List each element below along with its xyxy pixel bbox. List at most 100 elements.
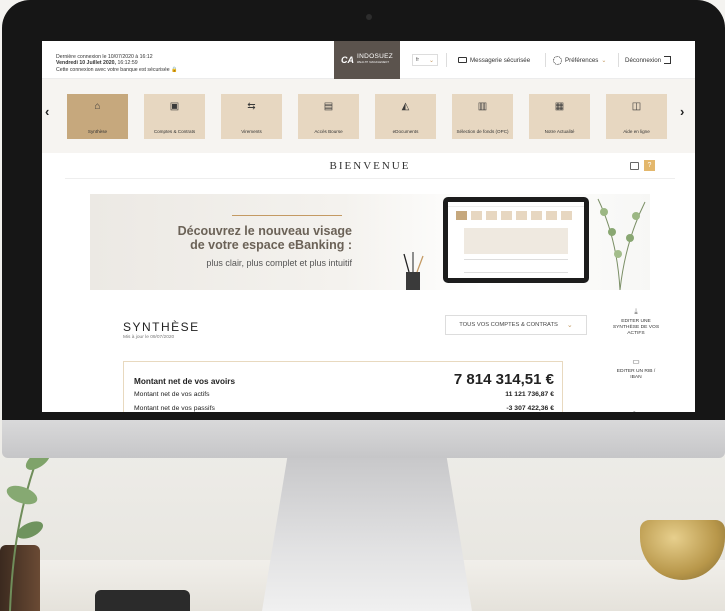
export-synthesis-button[interactable]: ⤓ EDITER UNE SYNTHÈSE DE VOS ACTIFS	[611, 308, 661, 336]
language-select[interactable]: fr ⌄	[412, 54, 438, 66]
mini-tile	[501, 211, 512, 220]
nav-item-synthese[interactable]: ⌂ Synthèse	[67, 94, 128, 139]
pen-cup-image	[403, 252, 424, 290]
opc-icon: ▥	[477, 100, 488, 112]
brand-mark: CA	[341, 55, 354, 65]
nav-item-selection-fonds[interactable]: ▥ Sélection de fonds (OPC)	[452, 94, 513, 139]
accounts-filter-value: TOUS VOS COMPTES & CONTRATS	[459, 322, 558, 328]
nav-label: Sélection de fonds (OPC)	[456, 128, 509, 134]
session-time: 16:12:59	[117, 60, 138, 67]
divider	[545, 53, 546, 67]
logout-icon	[664, 56, 672, 64]
brand-name: INDOSUEZ WEALTH MANAGEMENT	[357, 53, 393, 66]
divider	[618, 53, 619, 67]
mini-banner	[464, 228, 568, 254]
news-icon: ▦	[554, 100, 565, 112]
divider	[446, 53, 447, 67]
banner-headline-line1: Découvrez le nouveau visage	[177, 224, 352, 238]
lock-icon: 🔒	[171, 66, 178, 73]
nav-item-acces-bourse[interactable]: ▤ Accès Bourse	[298, 94, 359, 139]
chevron-down-icon: ⌄	[601, 57, 607, 64]
brand-logo[interactable]: CA INDOSUEZ WEALTH MANAGEMENT	[334, 41, 400, 79]
page-title: BIENVENUE	[65, 153, 675, 179]
main-content: BIENVENUE ? Découvrez le nouveau visage …	[65, 153, 675, 412]
last-login-info: Dernière connexion le 10/07/2020 à 16:12…	[56, 54, 178, 73]
export-synthesis-label: EDITER UNE SYNTHÈSE DE VOS ACTIFS	[612, 319, 660, 336]
banner-subline: plus clair, plus complet et plus intuiti…	[206, 258, 352, 268]
nav-label: eDocuments	[392, 128, 419, 134]
logout-link[interactable]: Déconnexion	[625, 54, 672, 66]
nav-prev-arrow-icon[interactable]: ‹	[45, 104, 49, 119]
nav-item-virements[interactable]: ⇆ Virements	[221, 94, 282, 139]
mini-summary	[464, 259, 568, 273]
chevron-down-icon: ⌄	[428, 57, 434, 64]
export-rib-button[interactable]: ▭ EDITER UN RIB / IBAN	[611, 358, 661, 381]
gear-icon	[553, 55, 562, 65]
chevron-down-icon: ⌄	[566, 322, 573, 329]
nav-label: Virements	[241, 128, 262, 134]
nav-label: Notre Actualité	[544, 128, 575, 134]
liabilities-value: -3 307 422,36 €	[506, 405, 554, 412]
logout-label: Déconnexion	[625, 56, 662, 64]
webcam	[366, 14, 372, 20]
main-navigation: ‹ ⌂ Synthèse ▣ Comptes & Contrats ⇆ Vire…	[42, 79, 695, 153]
mini-tile	[471, 211, 482, 220]
synthesis-updated-date: Mis à jour le 09/07/2020	[123, 335, 175, 340]
net-worth-value: 7 814 314,51 €	[453, 371, 554, 388]
banner-rule	[232, 215, 342, 216]
preferences-menu[interactable]: Préférences ⌄	[553, 54, 606, 66]
mini-tile	[531, 211, 542, 220]
accounts-filter-select[interactable]: TOUS VOS COMPTES & CONTRATS ⌄	[445, 315, 587, 335]
mini-tile	[486, 211, 497, 220]
brand-name-text: INDOSUEZ	[357, 53, 393, 60]
external-link-icon[interactable]: ↗	[631, 410, 636, 412]
mini-tile	[546, 211, 557, 220]
mini-tile	[561, 211, 572, 220]
nav-label: Synthèse	[87, 128, 108, 134]
nav-label: Comptes & Contrats	[153, 128, 196, 134]
laptop-preview-screen	[448, 202, 584, 278]
nav-label: Aide en ligne	[623, 128, 650, 134]
plant-left	[6, 449, 51, 611]
mini-tile	[456, 211, 467, 220]
nav-next-arrow-icon[interactable]: ›	[680, 104, 684, 119]
laptop-preview-image	[443, 197, 589, 283]
nav-item-comptes-contrats[interactable]: ▣ Comptes & Contrats	[144, 94, 205, 139]
smartphone	[95, 590, 190, 611]
banner-headline-line2: de votre espace eBanking :	[190, 238, 352, 252]
plant-image	[597, 198, 646, 290]
clipboard-icon: ▤	[323, 100, 334, 112]
transfer-icon: ⇆	[247, 100, 256, 112]
assets-row: Montant net de vos actifs 11 121 736,87 …	[134, 391, 554, 398]
secure-connection-text: Cette connexion avec votre banque est sé…	[56, 66, 170, 73]
preferences-label: Préférences	[565, 56, 599, 64]
home-icon: ⌂	[94, 100, 101, 112]
synthesis-title: SYNTHÈSE	[123, 320, 200, 334]
export-rib-label: EDITER UN RIB / IBAN	[616, 369, 656, 380]
liabilities-row: Montant net de vos passifs -3 307 422,36…	[134, 405, 554, 412]
net-worth-card: Montant net de vos avoirs 7 814 314,51 €…	[123, 361, 563, 412]
secure-messaging-link[interactable]: Messagerie sécurisée	[458, 54, 530, 66]
mini-topbar	[448, 202, 584, 207]
tray-icon: ◭	[401, 100, 410, 112]
print-icon[interactable]	[630, 162, 639, 170]
nav-item-notre-actualite[interactable]: ▦ Notre Actualité	[529, 94, 590, 139]
session-date: Vendredi 10 Juillet 2020,	[56, 60, 116, 67]
nav-item-edocuments[interactable]: ◭ eDocuments	[375, 94, 436, 139]
secure-connection-line: Cette connexion avec votre banque est sé…	[56, 67, 178, 73]
language-value: fr	[416, 57, 420, 63]
monitor-stand	[262, 458, 472, 611]
mini-tile	[516, 211, 527, 220]
nav-item-aide-en-ligne[interactable]: ◫ Aide en ligne	[606, 94, 667, 139]
net-worth-row: Montant net de vos avoirs 7 814 314,51 €	[134, 371, 554, 388]
secure-messaging-label: Messagerie sécurisée	[470, 56, 531, 64]
brand-subtitle: WEALTH MANAGEMENT	[357, 61, 390, 64]
promo-banner[interactable]: Découvrez le nouveau visage de votre esp…	[90, 194, 650, 290]
screen: Dernière connexion le 10/07/2020 à 16:12…	[42, 41, 695, 412]
envelope-icon	[458, 57, 467, 63]
wallet-icon: ▣	[169, 100, 180, 112]
card-icon: ▭	[632, 357, 640, 366]
help-button[interactable]: ?	[644, 160, 655, 171]
nav-label: Accès Bourse	[314, 128, 343, 134]
assets-label: Montant net de vos actifs	[134, 391, 210, 398]
